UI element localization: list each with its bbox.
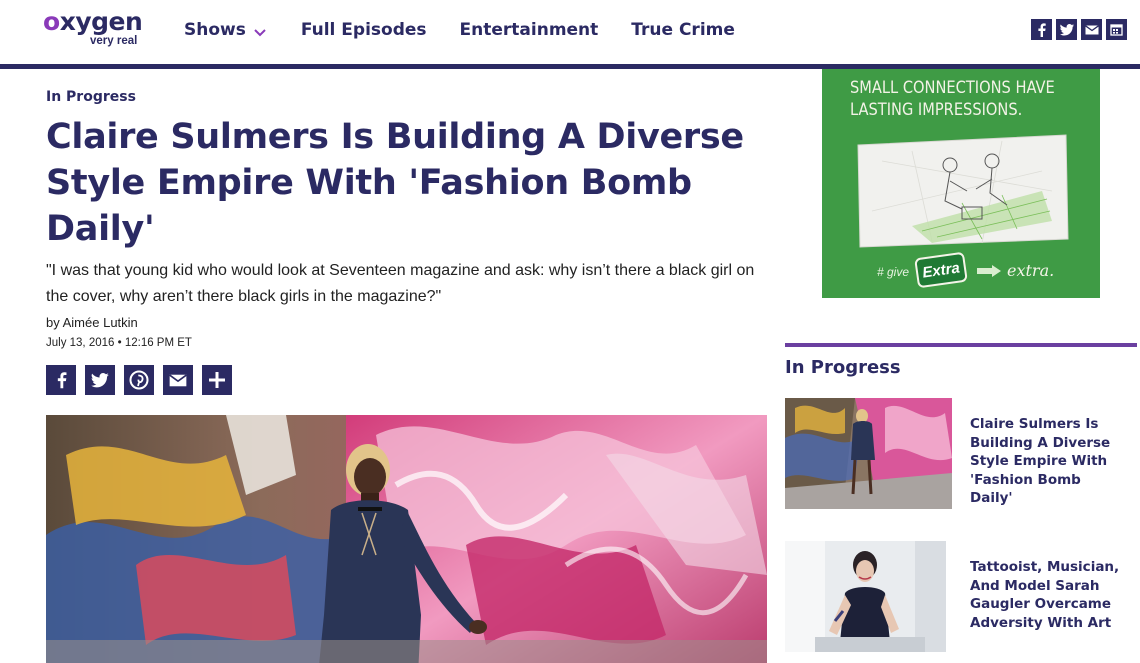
calendar-icon[interactable] bbox=[1106, 19, 1127, 40]
nav-shows-label: Shows bbox=[184, 20, 246, 40]
ad-brand-logo: Extra bbox=[914, 251, 968, 289]
share-more-plus-icon[interactable] bbox=[202, 365, 232, 395]
share-pinterest-icon[interactable] bbox=[124, 365, 154, 395]
ad-script-logo: extra. bbox=[1007, 261, 1055, 280]
logo-wordmark: oxygen bbox=[43, 7, 143, 36]
logo-o-letter: o bbox=[43, 7, 60, 36]
hero-illustration bbox=[46, 415, 767, 663]
twitter-icon[interactable] bbox=[1056, 19, 1077, 40]
ad-headline: SMALL CONNECTIONS HAVE LASTING IMPRESSIO… bbox=[850, 77, 1056, 121]
ad-gum-wrapper-illustration bbox=[857, 134, 1069, 248]
header-social-links bbox=[1027, 19, 1127, 40]
article-category[interactable]: In Progress bbox=[46, 89, 136, 105]
sidebar-divider bbox=[785, 343, 1137, 347]
email-icon[interactable] bbox=[1081, 19, 1102, 40]
advertisement-extra-gum[interactable]: SMALL CONNECTIONS HAVE LASTING IMPRESSIO… bbox=[822, 69, 1100, 298]
share-email-icon[interactable] bbox=[163, 365, 193, 395]
thumbnail-graffiti-illustration bbox=[785, 398, 952, 509]
logo-tagline: very real bbox=[90, 35, 138, 47]
nav-shows[interactable]: Shows bbox=[184, 19, 268, 41]
share-twitter-icon[interactable] bbox=[85, 365, 115, 395]
chevron-down-icon bbox=[252, 23, 268, 37]
share-buttons bbox=[46, 365, 241, 395]
nav-entertainment[interactable]: Entertainment bbox=[460, 19, 599, 41]
ad-headline-line-2: LASTING IMPRESSIONS. bbox=[850, 100, 1023, 120]
share-facebook-icon[interactable] bbox=[46, 365, 76, 395]
facebook-icon[interactable] bbox=[1031, 19, 1052, 40]
nav-true-crime[interactable]: True Crime bbox=[631, 19, 735, 41]
sidebar-article[interactable]: Tattooist, Musician, And Model Sarah Gau… bbox=[785, 541, 1140, 653]
sidebar-title[interactable]: In Progress bbox=[785, 357, 901, 378]
article-dek: "I was that young kid who would look at … bbox=[46, 262, 755, 305]
ad-give-text: # give bbox=[877, 265, 910, 279]
logo-word-rest: xygen bbox=[59, 7, 143, 36]
sidebar-article-title[interactable]: Claire Sulmers Is Building A Diverse Sty… bbox=[970, 415, 1128, 508]
nav-full-episodes[interactable]: Full Episodes bbox=[301, 19, 427, 41]
arrow-right-icon bbox=[977, 265, 1001, 277]
thumbnail-portrait-illustration bbox=[785, 541, 946, 652]
article-date: July 13, 2016 • 12:16 PM ET bbox=[46, 337, 192, 349]
sidebar-article-title[interactable]: Tattooist, Musician, And Model Sarah Gau… bbox=[970, 558, 1128, 632]
sidebar-article-thumbnail[interactable] bbox=[785, 398, 952, 509]
sidebar-article-thumbnail[interactable] bbox=[785, 541, 946, 652]
ad-headline-line-1: SMALL CONNECTIONS HAVE bbox=[850, 78, 1055, 98]
article-title: Claire Sulmers Is Building A Diverse Sty… bbox=[46, 117, 744, 249]
main-nav: Shows Full Episodes Entertainment True C… bbox=[184, 19, 768, 41]
site-header: oxygen very real Shows Full Episodes Ent… bbox=[0, 0, 1140, 64]
article-hero-image bbox=[46, 415, 767, 663]
article-byline[interactable]: by Aimée Lutkin bbox=[46, 315, 138, 330]
sidebar-article[interactable]: Claire Sulmers Is Building A Diverse Sty… bbox=[785, 398, 1140, 510]
oxygen-logo[interactable]: oxygen very real bbox=[43, 7, 147, 50]
